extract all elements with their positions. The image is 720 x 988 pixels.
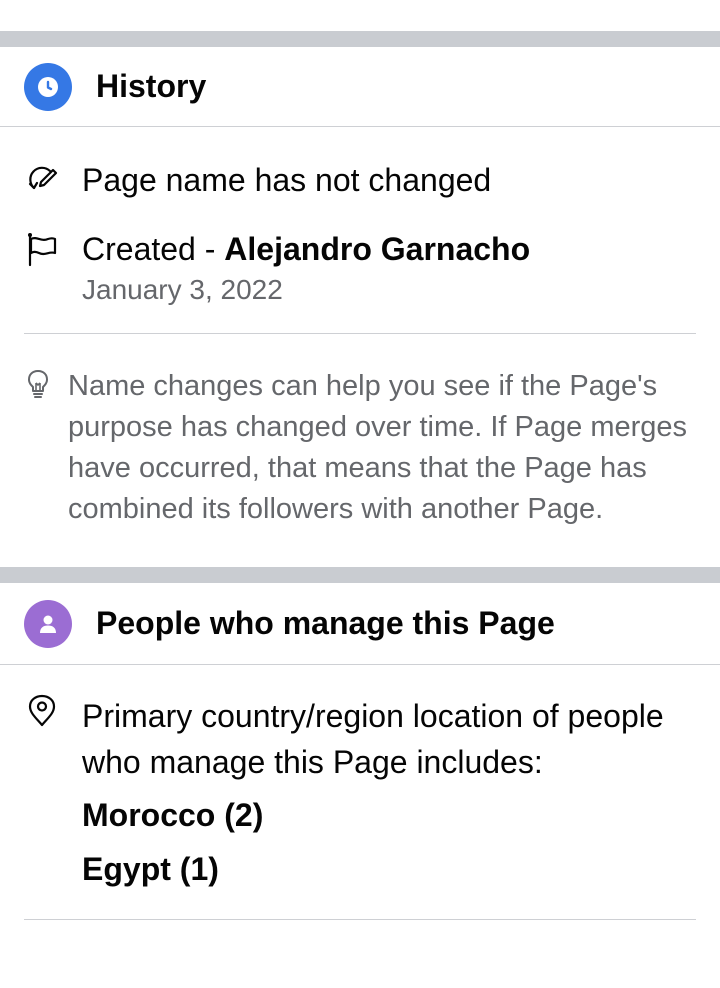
created-row: Created - Alejandro Garnacho January 3, …: [0, 231, 720, 307]
edit-pencil-icon: [24, 162, 60, 198]
person-icon: [24, 599, 72, 648]
page-name-row: Page name has not changed: [0, 162, 720, 200]
name-change-info: Name changes can help you see if the Pag…: [68, 370, 688, 525]
managers-section: People who manage this Page Primary coun…: [0, 583, 720, 920]
clock-icon: [24, 62, 72, 111]
lightbulb-icon: [24, 366, 52, 402]
created-line: Created - Alejandro Garnacho: [82, 229, 530, 269]
history-section: History Page name has not changed Create…: [0, 47, 720, 530]
created-prefix: Created -: [82, 231, 225, 267]
section-separator: [0, 567, 720, 583]
divider: [24, 333, 696, 334]
top-spacer: [0, 0, 720, 31]
location-pin-icon: [24, 693, 60, 729]
history-header: History: [0, 47, 720, 127]
info-row: Name changes can help you see if the Pag…: [0, 366, 720, 530]
section-separator: [0, 31, 720, 47]
history-title: History: [96, 68, 207, 104]
location-row: Primary country/region location of peopl…: [0, 693, 720, 889]
flag-icon: [24, 231, 60, 267]
country-item: Egypt (1): [82, 851, 219, 887]
managers-title: People who manage this Page: [96, 605, 555, 641]
location-block: Primary country/region location of peopl…: [82, 693, 720, 889]
divider: [24, 919, 696, 920]
country-item: Morocco (2): [82, 797, 264, 833]
location-text: Primary country/region location of peopl…: [82, 698, 664, 780]
created-date: January 3, 2022: [82, 274, 283, 305]
page-name-status: Page name has not changed: [82, 162, 492, 198]
managers-header: People who manage this Page: [0, 583, 720, 665]
creator-name[interactable]: Alejandro Garnacho: [224, 231, 530, 267]
